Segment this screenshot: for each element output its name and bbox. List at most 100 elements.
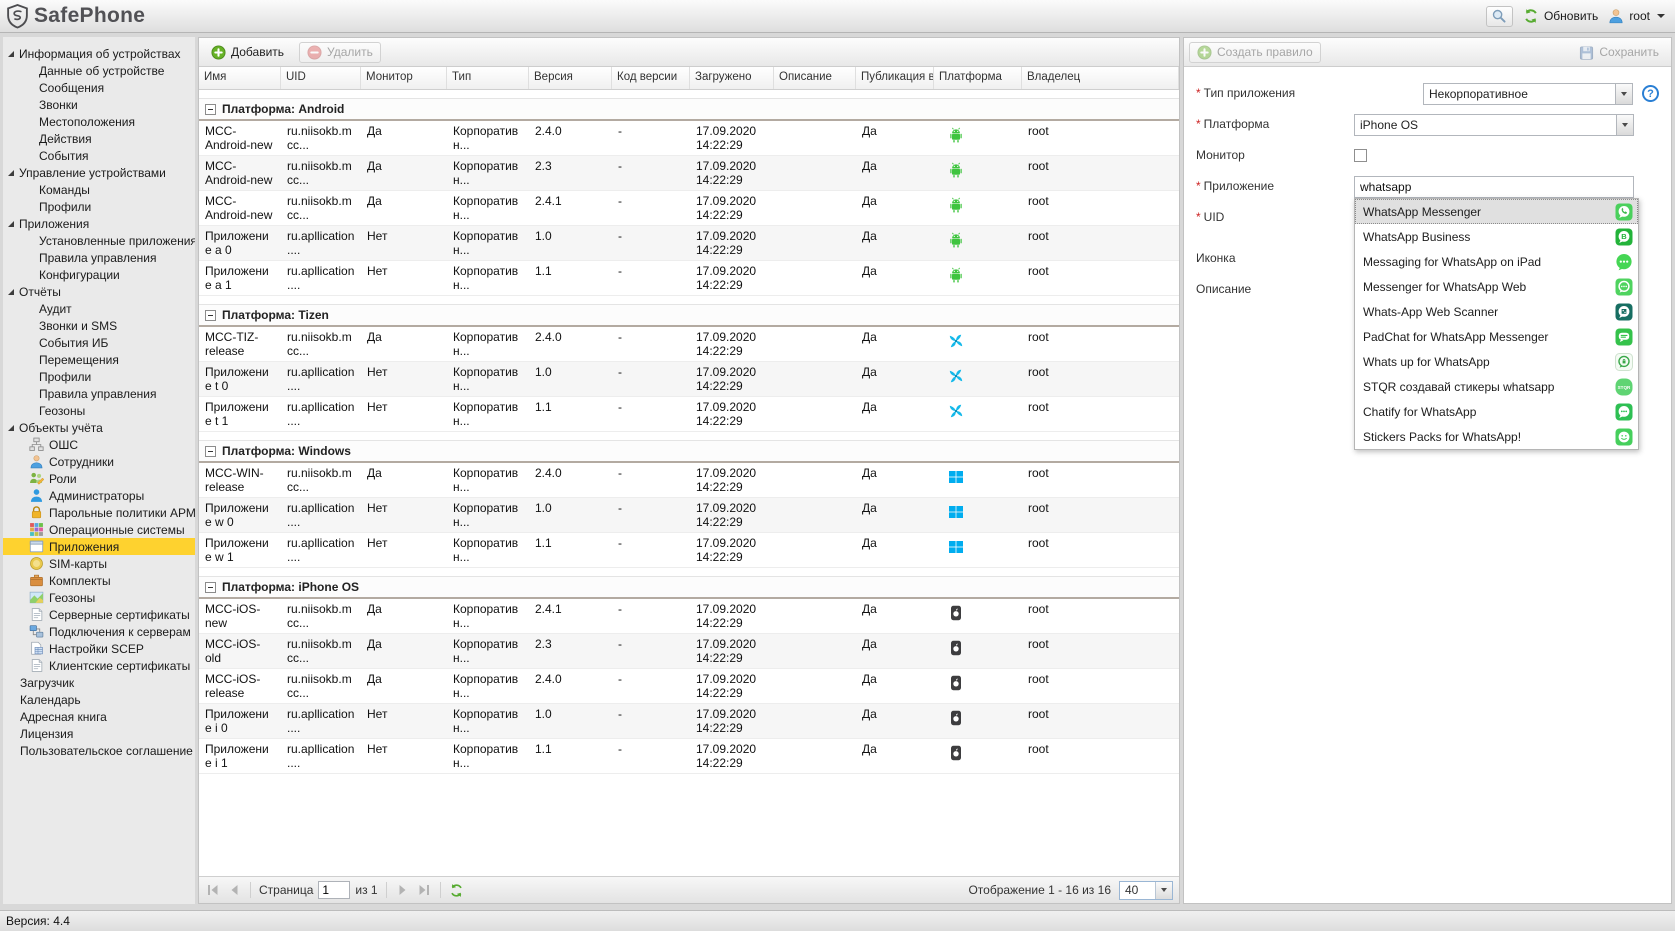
- group-header[interactable]: Платформа: Windows: [199, 440, 1179, 463]
- suggestion-item[interactable]: Stickers Packs for WhatsApp!: [1355, 424, 1638, 449]
- column-header[interactable]: Загружено: [690, 67, 774, 89]
- sidebar-group[interactable]: Объекты учёта: [3, 419, 195, 436]
- create-rule-button[interactable]: Создать правило: [1189, 41, 1321, 63]
- table-row[interactable]: MCC-Android-new ru.niisokb.mcc... Да Корпор…: [199, 156, 1179, 191]
- tree-expand-icon[interactable]: [8, 220, 14, 227]
- suggestion-item[interactable]: Messenger for WhatsApp Web: [1355, 274, 1638, 299]
- sidebar-item-roles[interactable]: Роли: [3, 470, 195, 487]
- collapse-icon[interactable]: [205, 581, 216, 593]
- sidebar-item[interactable]: Сообщения: [3, 79, 195, 96]
- suggestion-item[interactable]: Whats-App Web Scanner: [1355, 299, 1638, 324]
- last-page-button[interactable]: [416, 882, 432, 898]
- sidebar-item-os[interactable]: Операционные системы: [3, 521, 195, 538]
- help-icon[interactable]: ?: [1642, 85, 1659, 102]
- field-select-platform[interactable]: iPhone OS: [1354, 114, 1634, 136]
- table-row[interactable]: Приложение a 0 ru.apllication.... Нет Корпо…: [199, 226, 1179, 261]
- sidebar-item[interactable]: Профили: [3, 198, 195, 215]
- suggestion-item[interactable]: Messaging for WhatsApp on iPad: [1355, 249, 1638, 274]
- sidebar-group[interactable]: Отчёты: [3, 283, 195, 300]
- sidebar-item[interactable]: Правила управления: [3, 385, 195, 402]
- collapse-icon[interactable]: [205, 309, 216, 321]
- add-button[interactable]: Добавить: [204, 43, 291, 62]
- refresh-table-button[interactable]: [449, 882, 465, 898]
- page-input[interactable]: [318, 881, 351, 899]
- column-header[interactable]: UID: [281, 67, 361, 89]
- table-row[interactable]: MCC-Android-new ru.niisokb.mcc... Да Корпор…: [199, 121, 1179, 156]
- column-header[interactable]: Версия: [529, 67, 612, 89]
- sidebar-item-password-policy[interactable]: Парольные политики АРМ: [3, 504, 195, 521]
- table-row[interactable]: Приложение a 1 ru.apllication.... Нет Корпо…: [199, 261, 1179, 296]
- sidebar-item[interactable]: Звонки и SMS: [3, 317, 195, 334]
- suggestion-item[interactable]: WhatsApp Messenger: [1355, 199, 1638, 224]
- group-header[interactable]: Платформа: iPhone OS: [199, 576, 1179, 599]
- sidebar-item[interactable]: Установленные приложения: [3, 232, 195, 249]
- sidebar-item[interactable]: Команды: [3, 181, 195, 198]
- sidebar-item[interactable]: Действия: [3, 130, 195, 147]
- sidebar-item-sim[interactable]: SIM-карты: [3, 555, 195, 572]
- sidebar-item[interactable]: Перемещения: [3, 351, 195, 368]
- table-row[interactable]: MCC-iOS-old ru.niisokb.mcc... Да Корпоратив…: [199, 634, 1179, 669]
- sidebar-item[interactable]: Загрузчик: [3, 674, 195, 691]
- sidebar-item[interactable]: Звонки: [3, 96, 195, 113]
- suggestion-item[interactable]: WhatsApp Business B: [1355, 224, 1638, 249]
- sidebar-item-administrators[interactable]: Администраторы: [3, 487, 195, 504]
- save-button[interactable]: Сохранить: [1572, 43, 1666, 62]
- sidebar-item[interactable]: События: [3, 147, 195, 164]
- suggestion-item[interactable]: STQR создавай стикеры whatsapp STQR: [1355, 374, 1638, 399]
- collapse-icon[interactable]: [205, 103, 216, 115]
- sidebar-item-connections[interactable]: Подключения к серверам: [3, 623, 195, 640]
- sidebar-item[interactable]: Адресная книга: [3, 708, 195, 725]
- column-header[interactable]: Монитор: [361, 67, 447, 89]
- monitor-checkbox[interactable]: [1354, 149, 1367, 162]
- delete-button[interactable]: Удалить: [299, 41, 381, 63]
- group-header[interactable]: Платформа: Tizen: [199, 304, 1179, 327]
- sidebar-item[interactable]: Лицензия: [3, 725, 195, 742]
- sidebar-item-geozones[interactable]: Геозоны: [3, 589, 195, 606]
- table-row[interactable]: Приложение i 0 ru.apllication.... Нет Корпо…: [199, 704, 1179, 739]
- table-row[interactable]: MCC-iOS-release ru.niisokb.mcc... Да Корпор…: [199, 669, 1179, 704]
- column-header[interactable]: Код версии: [612, 67, 690, 89]
- sidebar-item-server-cert[interactable]: Серверные сертификаты: [3, 606, 195, 623]
- previous-page-button[interactable]: [226, 882, 242, 898]
- page-size-select[interactable]: 40: [1119, 880, 1173, 900]
- column-header[interactable]: Публикация в Ката: [856, 67, 934, 89]
- sidebar-item[interactable]: Профили: [3, 368, 195, 385]
- table-row[interactable]: MCC-TIZ-release ru.niisokb.mcc... Да Корпор…: [199, 327, 1179, 362]
- column-header[interactable]: Имя: [199, 67, 281, 89]
- column-header[interactable]: Владелец: [1022, 67, 1179, 89]
- suggestion-item[interactable]: Chatify for WhatsApp: [1355, 399, 1638, 424]
- sidebar-item[interactable]: События ИБ: [3, 334, 195, 351]
- user-menu[interactable]: root: [1608, 8, 1665, 24]
- sidebar-item[interactable]: Местоположения: [3, 113, 195, 130]
- sidebar-group[interactable]: Информация об устройствах: [3, 45, 195, 62]
- suggestion-item[interactable]: Whats up for WhatsApp: [1355, 349, 1638, 374]
- collapse-icon[interactable]: [205, 445, 216, 457]
- sidebar-item[interactable]: Данные об устройстве: [3, 62, 195, 79]
- sidebar-item-applications[interactable]: Приложения: [3, 538, 195, 555]
- sidebar-item-kits[interactable]: Комплекты: [3, 572, 195, 589]
- table-row[interactable]: Приложение w 1 ru.apllication.... Нет Корпо…: [199, 533, 1179, 568]
- column-header[interactable]: Платформа: [934, 67, 1022, 89]
- suggestion-item[interactable]: PadChat for WhatsApp Messenger: [1355, 324, 1638, 349]
- column-header[interactable]: Описание: [774, 67, 856, 89]
- table-row[interactable]: MCC-WIN-release ru.niisokb.mcc... Да Корпор…: [199, 463, 1179, 498]
- tree-expand-icon[interactable]: [8, 50, 14, 57]
- table-row[interactable]: Приложение t 0 ru.apllication.... Нет Корпо…: [199, 362, 1179, 397]
- sidebar-item[interactable]: Геозоны: [3, 402, 195, 419]
- sidebar-group[interactable]: Приложения: [3, 215, 195, 232]
- search-button[interactable]: [1485, 5, 1513, 27]
- application-search-input[interactable]: [1354, 176, 1634, 198]
- table-row[interactable]: Приложение t 1 ru.apllication.... Нет Корпо…: [199, 397, 1179, 432]
- table-row[interactable]: MCC-Android-new ru.niisokb.mcc... Да Корпор…: [199, 191, 1179, 226]
- tree-expand-icon[interactable]: [8, 169, 14, 176]
- table-row[interactable]: Приложение i 1 ru.apllication.... Нет Корпо…: [199, 739, 1179, 774]
- table-row[interactable]: MCC-iOS-new ru.niisokb.mcc... Да Корпоратив…: [199, 599, 1179, 634]
- refresh-button[interactable]: Обновить: [1523, 8, 1598, 24]
- sidebar-item[interactable]: Правила управления: [3, 249, 195, 266]
- first-page-button[interactable]: [205, 882, 221, 898]
- tree-expand-icon[interactable]: [8, 288, 14, 295]
- table-row[interactable]: Приложение w 0 ru.apllication.... Нет Корпо…: [199, 498, 1179, 533]
- sidebar-group[interactable]: Управление устройствами: [3, 164, 195, 181]
- sidebar-item[interactable]: Пользовательское соглашение: [3, 742, 195, 759]
- sidebar-item[interactable]: Календарь: [3, 691, 195, 708]
